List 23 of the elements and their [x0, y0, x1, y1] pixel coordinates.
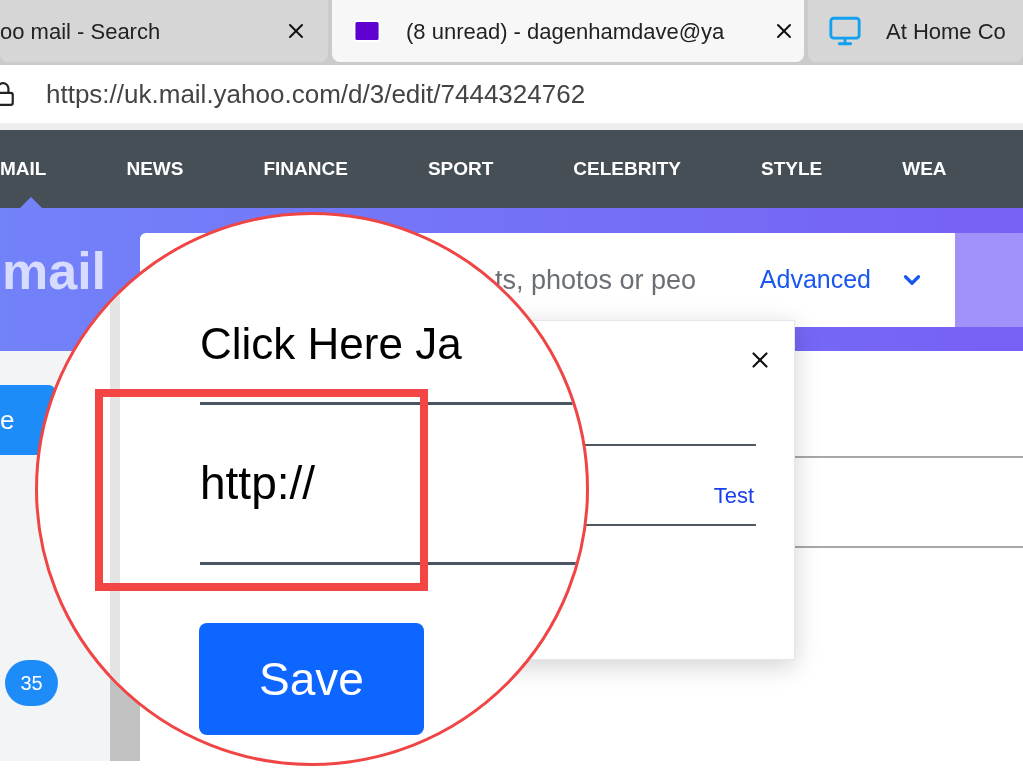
url-field[interactable]: http://	[200, 405, 586, 565]
nav-link[interactable]: SPORT	[427, 130, 494, 208]
nav-link[interactable]: WEA	[902, 130, 947, 208]
nav-link[interactable]: MAIL	[0, 130, 47, 208]
nav-link[interactable]: CELEBRITY	[573, 130, 682, 208]
advanced-button[interactable]: Advanced	[759, 261, 925, 299]
nav-link[interactable]: STYLE	[761, 130, 823, 208]
monitor-icon	[828, 14, 862, 48]
browser-tab[interactable]: At Home Co	[808, 0, 1023, 62]
logo: mail	[2, 245, 108, 297]
tab-title: (8 unread) - dagenhamdave@ya	[406, 17, 725, 46]
browser-tab[interactable]: oo mail - Search	[0, 0, 328, 62]
count-badge: 35	[5, 660, 58, 706]
tab-title: oo mail - Search	[0, 17, 161, 46]
test-link[interactable]: Test	[713, 479, 754, 512]
field-value: http://	[200, 456, 316, 511]
url-text: https://uk.mail.yahoo.com/d/3/edit/7444324762	[46, 77, 586, 111]
pointer-icon	[20, 197, 42, 208]
nav-link[interactable]: NEWS	[126, 130, 184, 208]
nav-link[interactable]: FINANCE	[263, 130, 348, 208]
tab-title: At Home Co	[886, 17, 1006, 46]
browser-tab[interactable]: (8 unread) - dagenhamdave@ya	[332, 0, 804, 62]
save-button[interactable]: Save	[199, 623, 424, 735]
